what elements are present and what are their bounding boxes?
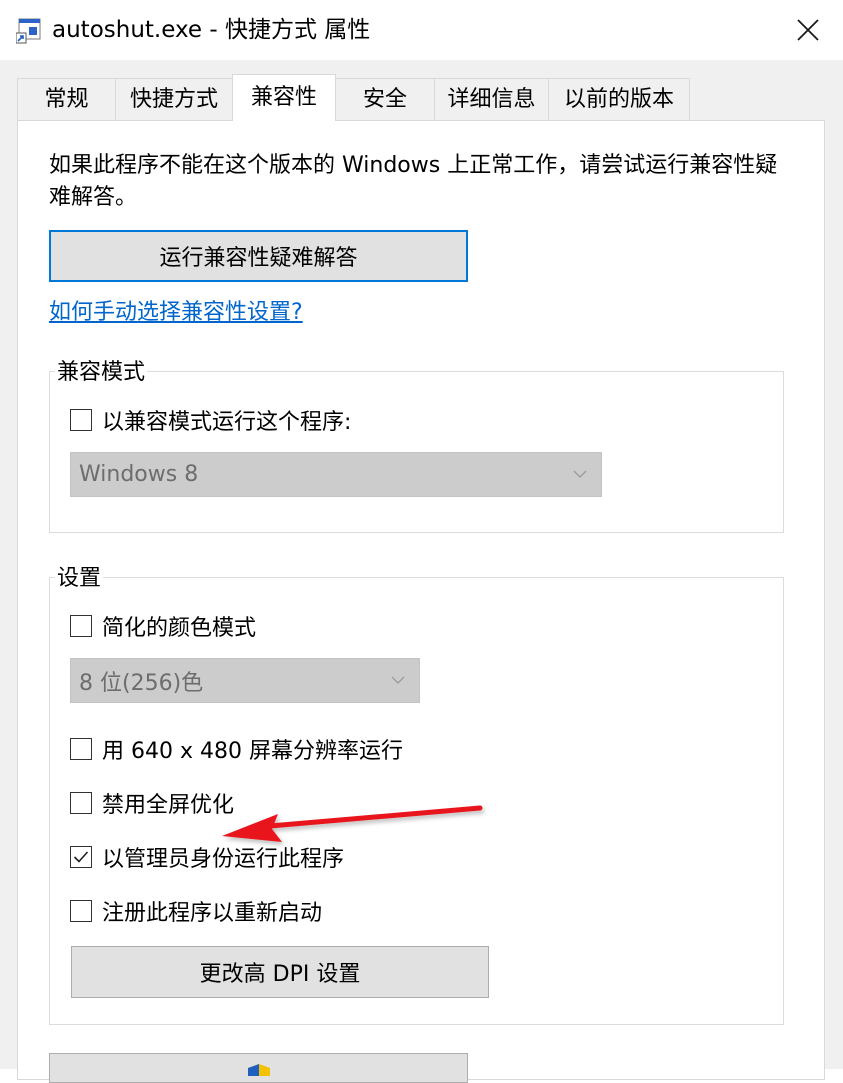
disable-fullscreen-row[interactable]: 禁用全屏优化 (70, 787, 234, 819)
res-640-label: 用 640 x 480 屏幕分辨率运行 (102, 739, 403, 764)
settings-group-label: 设置 (55, 564, 104, 594)
compat-mode-checkbox-label: 以兼容模式运行这个程序: (102, 410, 352, 435)
os-version-select[interactable]: Windows 8 (70, 452, 602, 497)
tab-general[interactable]: 常规 (17, 78, 116, 120)
run-as-admin-checkbox[interactable] (70, 846, 92, 868)
register-restart-label: 注册此程序以重新启动 (102, 901, 323, 926)
close-button[interactable] (772, 0, 843, 60)
disable-fullscreen-label: 禁用全屏优化 (102, 793, 235, 818)
intro-text: 如果此程序不能在这个版本的 Windows 上正常工作，请尝试运行兼容性疑难解答… (49, 153, 778, 210)
checkmark-icon (73, 851, 89, 863)
tab-previous-versions[interactable]: 以前的版本 (548, 78, 690, 120)
tab-shortcut[interactable]: 快捷方式 (115, 78, 233, 120)
run-as-admin-label: 以管理员身份运行此程序 (102, 847, 345, 872)
change-dpi-button[interactable]: 更改高 DPI 设置 (71, 946, 489, 998)
close-icon (796, 19, 819, 41)
window-title: autoshut.exe - 快捷方式 属性 (52, 17, 371, 43)
run-as-admin-row[interactable]: 以管理员身份运行此程序 (70, 841, 344, 873)
reduced-color-label: 简化的颜色模式 (102, 616, 257, 641)
all-users-settings-button[interactable] (49, 1053, 468, 1083)
tab-security[interactable]: 安全 (335, 78, 435, 120)
tab-compatibility[interactable]: 兼容性 (232, 74, 336, 121)
color-mode-select[interactable]: 8 位(256)色 (70, 658, 420, 703)
res-640-checkbox[interactable] (70, 738, 92, 760)
register-restart-checkbox[interactable] (70, 900, 92, 922)
properties-window: autoshut.exe - 快捷方式 属性 常规 快捷方式 兼容性 安全 详细… (0, 0, 843, 1083)
disable-fullscreen-checkbox[interactable] (70, 792, 92, 814)
res-640-row[interactable]: 用 640 x 480 屏幕分辨率运行 (70, 733, 403, 765)
reduced-color-checkbox[interactable] (70, 615, 92, 637)
tab-details[interactable]: 详细信息 (434, 78, 549, 120)
compat-mode-checkbox[interactable] (70, 409, 92, 431)
manual-settings-link[interactable]: 如何手动选择兼容性设置? (49, 297, 303, 329)
tab-strip: 常规 快捷方式 兼容性 安全 详细信息 以前的版本 (17, 74, 827, 121)
chevron-down-icon (573, 470, 587, 478)
register-restart-row[interactable]: 注册此程序以重新启动 (70, 895, 322, 927)
title-bar: autoshut.exe - 快捷方式 属性 (0, 0, 843, 60)
reduced-color-row[interactable]: 简化的颜色模式 (70, 610, 256, 642)
shield-icon (247, 1064, 270, 1076)
compat-mode-group-label: 兼容模式 (55, 358, 148, 388)
compat-mode-checkbox-row[interactable]: 以兼容模式运行这个程序: (70, 404, 351, 436)
chevron-down-icon (391, 676, 405, 684)
shortcut-app-icon (16, 18, 41, 44)
run-troubleshooter-button[interactable]: 运行兼容性疑难解答 (49, 230, 468, 282)
